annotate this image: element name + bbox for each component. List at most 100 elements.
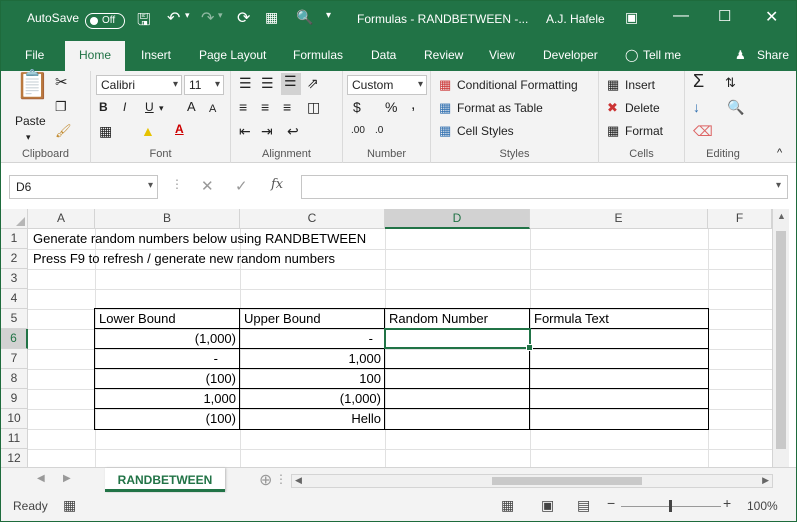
row-header-3[interactable]: 3	[1, 269, 28, 289]
underline-dropdown-icon[interactable]: ▾	[159, 100, 164, 116]
currency-button[interactable]: $	[353, 99, 361, 115]
conditional-formatting-button[interactable]: Conditional Formatting	[457, 77, 578, 93]
row-header-5[interactable]: 5	[1, 309, 28, 329]
grow-font-button[interactable]: A	[187, 99, 196, 115]
row-header-10[interactable]: 10	[1, 409, 28, 429]
undo-dropdown-icon[interactable]: ▾	[185, 10, 190, 21]
autosum-icon[interactable]: Σ	[693, 72, 704, 90]
table-cell-b7[interactable]: -	[96, 349, 221, 369]
save-icon[interactable]: 🖫	[137, 9, 151, 36]
table-cell-b10[interactable]: (100)	[96, 409, 239, 429]
table-cell-c8[interactable]: 100	[241, 369, 384, 389]
fill-icon[interactable]: ↓	[693, 99, 700, 115]
table-cell-b9[interactable]: 1,000	[96, 389, 239, 409]
cell-a1[interactable]: Generate random numbers below using RAND…	[30, 229, 369, 249]
column-header-d[interactable]: D	[385, 209, 530, 229]
collapse-ribbon-icon[interactable]: ^	[777, 145, 782, 161]
format-cells-button[interactable]: Format	[625, 123, 663, 139]
column-header-f[interactable]: F	[708, 209, 772, 229]
zoom-level[interactable]: 100%	[747, 499, 778, 513]
table-cell-c10[interactable]: Hello	[241, 409, 384, 429]
maximize-icon[interactable]: ☐	[718, 7, 731, 25]
increase-decimal-button[interactable]: .00	[351, 123, 365, 139]
paste-dropdown-icon[interactable]: ▾	[26, 129, 31, 145]
table-cell-b6[interactable]: (1,000)	[96, 329, 239, 349]
tab-review[interactable]: Review	[424, 48, 463, 62]
decrease-indent-icon[interactable]: ⇤	[239, 123, 251, 139]
customize-qat-icon[interactable]: ▾	[326, 10, 331, 21]
bold-button[interactable]: B	[99, 99, 108, 115]
horizontal-scroll-thumb[interactable]	[492, 477, 642, 485]
decrease-decimal-button[interactable]: .0	[375, 123, 383, 139]
formula-input[interactable]	[301, 175, 788, 199]
undo-icon[interactable]: ↶	[167, 8, 180, 28]
redo-dropdown-icon[interactable]: ▾	[218, 10, 223, 21]
cut-icon[interactable]: ✂	[55, 75, 68, 91]
cell-styles-button[interactable]: Cell Styles	[457, 123, 514, 139]
number-format-combo[interactable]: Custom	[347, 75, 427, 95]
scroll-up-icon[interactable]: ▲	[777, 211, 786, 221]
form-icon[interactable]: ▦	[265, 9, 278, 26]
shrink-font-button[interactable]: A	[209, 101, 216, 117]
table-cell-c6[interactable]: -	[241, 329, 376, 349]
sheet-tab-randbetween[interactable]: RANDBETWEEN	[105, 468, 225, 492]
active-cell-d6[interactable]	[384, 328, 533, 351]
middle-align-icon[interactable]: ☰	[261, 75, 274, 91]
minimize-icon[interactable]: —	[673, 7, 689, 25]
select-all-corner[interactable]	[1, 209, 28, 229]
font-size-combo[interactable]: 11	[184, 75, 224, 95]
table-cell-c9[interactable]: (1,000)	[241, 389, 384, 409]
ribbon-display-icon[interactable]: ▣	[625, 9, 638, 26]
row-header-4[interactable]: 4	[1, 289, 28, 309]
align-right-icon[interactable]: ≡	[283, 99, 291, 115]
comma-button[interactable]: ,	[411, 97, 415, 113]
zoom-slider[interactable]	[621, 500, 721, 512]
tab-file[interactable]: File	[25, 48, 44, 62]
tab-data[interactable]: Data	[371, 48, 396, 62]
page-layout-view-icon[interactable]: ▣	[541, 497, 554, 514]
align-left-icon[interactable]: ≡	[239, 99, 247, 115]
column-header-a[interactable]: A	[28, 209, 95, 229]
tab-formulas[interactable]: Formulas	[293, 48, 343, 62]
new-sheet-icon[interactable]: ⊕	[259, 470, 272, 490]
refresh-icon[interactable]: ⟳	[237, 8, 250, 28]
row-header-2[interactable]: 2	[1, 249, 28, 269]
find-select-icon[interactable]: 🔍	[727, 99, 744, 115]
redo-icon[interactable]: ↷	[201, 8, 214, 28]
sort-filter-icon[interactable]: ⇅	[725, 75, 736, 91]
horizontal-scrollbar[interactable]: ◀ ▶	[291, 474, 773, 488]
macro-record-icon[interactable]: ▦	[63, 497, 76, 514]
tab-insert[interactable]: Insert	[141, 48, 171, 62]
bottom-align-icon[interactable]: ☰	[281, 73, 301, 95]
tab-home[interactable]: Home	[65, 41, 126, 71]
top-align-icon[interactable]: ☰	[239, 75, 252, 91]
wrap-text-icon[interactable]: ↩	[287, 123, 299, 139]
row-header-8[interactable]: 8	[1, 369, 28, 389]
close-icon[interactable]: ✕	[765, 7, 778, 27]
italic-button[interactable]: I	[123, 99, 126, 115]
merge-center-icon[interactable]: ◫	[307, 99, 320, 115]
font-color-icon[interactable]: A	[175, 121, 184, 137]
normal-view-icon[interactable]: ▦	[501, 497, 514, 514]
print-preview-icon[interactable]: 🔍	[296, 9, 313, 26]
percent-button[interactable]: %	[385, 99, 397, 115]
row-header-12[interactable]: 12	[1, 449, 28, 469]
insert-cells-button[interactable]: Insert	[625, 77, 655, 93]
vertical-scrollbar[interactable]: ▲	[772, 209, 789, 469]
zoom-out-icon[interactable]: −	[607, 495, 615, 511]
table-header-random-number[interactable]: Random Number	[386, 309, 529, 329]
tab-page-layout[interactable]: Page Layout	[199, 48, 266, 62]
row-header-6[interactable]: 6	[1, 329, 28, 349]
tab-split-icon[interactable]: ⋮	[275, 472, 287, 486]
column-header-c[interactable]: C	[240, 209, 385, 229]
tell-me-search[interactable]: Tell me	[643, 48, 681, 62]
format-as-table-button[interactable]: Format as Table	[457, 100, 543, 116]
prev-sheet-icon[interactable]: ◀	[37, 473, 45, 484]
table-header-lower-bound[interactable]: Lower Bound	[96, 309, 239, 329]
row-header-1[interactable]: 1	[1, 229, 28, 249]
tab-view[interactable]: View	[489, 48, 515, 62]
cancel-icon[interactable]: ✕	[201, 177, 214, 195]
paste-icon[interactable]: 📋	[15, 71, 50, 99]
font-name-combo[interactable]: Calibri	[96, 75, 182, 95]
column-header-b[interactable]: B	[95, 209, 240, 229]
